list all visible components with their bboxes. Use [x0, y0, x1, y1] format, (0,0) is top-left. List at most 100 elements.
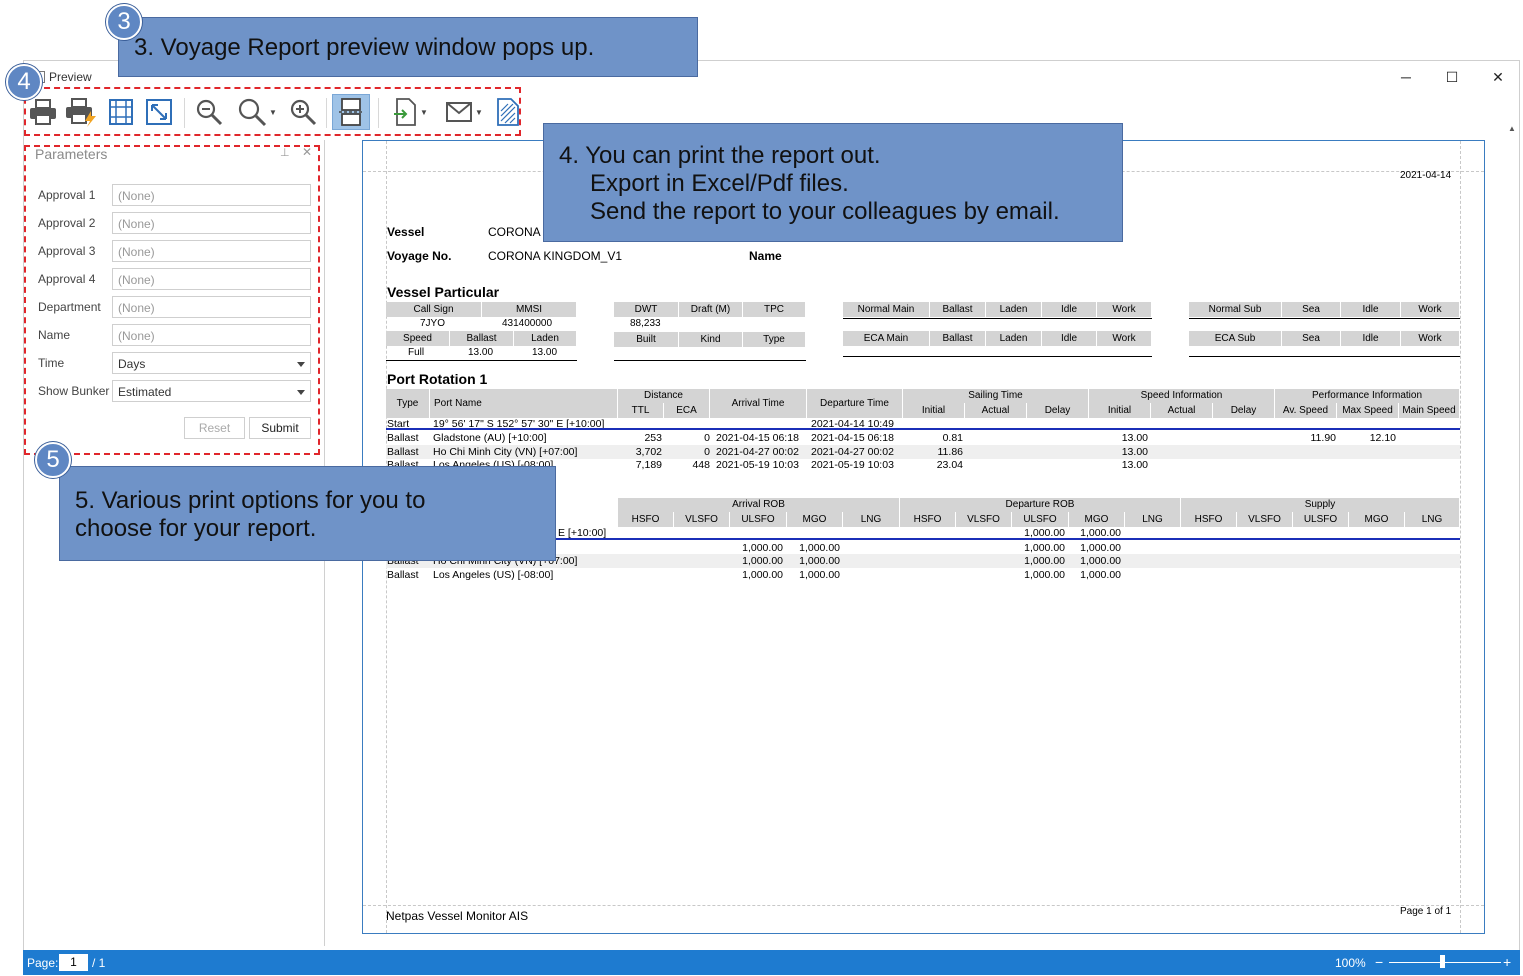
normal-main-header: Normal Main	[843, 302, 930, 317]
fuel-col-header: VLSFO	[956, 512, 1012, 527]
normal-sub-sea-header: Sea	[1282, 302, 1341, 317]
normal-main-laden-header: Laden	[986, 302, 1042, 317]
table-row: Ballast Ho Chi Minh City (VN) [+07:00] 3…	[386, 445, 1460, 459]
vessel-value: CORONA	[488, 225, 541, 239]
port-name-col-header: Port Name	[430, 389, 618, 418]
departure-rob-col-header: Departure ROB	[900, 498, 1181, 512]
table-underline	[386, 360, 577, 361]
margin-guide	[363, 905, 1484, 906]
name-header: Name	[749, 249, 782, 263]
eca-main-idle-header: Idle	[1042, 331, 1097, 346]
page-label: Page:	[27, 956, 59, 970]
call-sign-header: Call Sign	[386, 302, 482, 317]
table-row: Ballast Gladstone (AU) [+10:00] 253 0 20…	[387, 432, 1396, 444]
supply-col-header: Supply	[1181, 498, 1460, 512]
fuel-col-header: VLSFO	[1237, 512, 1293, 527]
speed-information-col-header: Speed Information	[1089, 389, 1275, 403]
fuel-col-header: ULSFO	[1012, 512, 1069, 527]
zoom-slider-minus-icon[interactable]: −	[1375, 954, 1383, 970]
toolbar-highlight	[24, 87, 521, 136]
normal-main-work-header: Work	[1097, 302, 1152, 317]
voyage-label: Voyage No.	[387, 249, 452, 263]
callout-5-badge: 5	[35, 442, 71, 478]
normal-sub-header: Normal Sub	[1189, 302, 1282, 317]
callout-4-badge: 4	[6, 64, 42, 100]
sailing-actual-col-header: Actual	[965, 403, 1027, 418]
fuel-col-header: HSFO	[618, 512, 674, 527]
dwt-value: 88,233	[630, 318, 661, 329]
speed-actual-col-header: Actual	[1151, 403, 1213, 418]
report-footer-page: Page 1 of 1	[1400, 906, 1452, 917]
zoom-level: 100%	[1335, 956, 1366, 970]
ballast-speed-value: 13.00	[468, 347, 494, 358]
callout-4: 4. You can print the report out. Export …	[543, 123, 1123, 242]
arrival-time-col-header: Arrival Time	[710, 389, 807, 418]
normal-main-idle-header: Idle	[1042, 302, 1097, 317]
performance-information-col-header: Performance Information	[1275, 389, 1460, 403]
sailing-initial-col-header: Initial	[903, 403, 965, 418]
eca-main-ballast-header: Ballast	[930, 331, 986, 346]
sailing-delay-col-header: Delay	[1027, 403, 1089, 418]
normal-main-ballast-header: Ballast	[930, 302, 986, 317]
report-date: 2021-04-14	[1400, 170, 1452, 181]
margin-guide	[1460, 141, 1461, 933]
maximize-button[interactable]: ☐	[1440, 68, 1464, 86]
fuel-col-header: ULSFO	[730, 512, 787, 527]
status-bar: Page: 1 / 1 100% − +	[23, 950, 1520, 975]
fuel-col-header: MGO	[1349, 512, 1405, 527]
fuel-col-header: HSFO	[1181, 512, 1237, 527]
fuel-col-header: MGO	[1069, 512, 1125, 527]
main-speed-col-header: Main Speed	[1399, 403, 1460, 418]
laden-speed-value: 13.00	[532, 347, 558, 358]
fuel-col-header: LNG	[1125, 512, 1181, 527]
sailing-time-col-header: Sailing Time	[903, 389, 1089, 403]
dwt-header: DWT	[614, 302, 679, 317]
parameters-highlight	[24, 145, 320, 455]
fuel-col-header: LNG	[1405, 512, 1460, 527]
zoom-slider-track[interactable]	[1389, 962, 1501, 963]
departure-time-col-header: Departure Time	[807, 389, 903, 418]
zoom-slider-plus-icon[interactable]: +	[1503, 954, 1511, 970]
table-underline	[1189, 356, 1460, 357]
eca-main-laden-header: Laden	[986, 331, 1042, 346]
mmsi-header: MMSI	[482, 302, 577, 317]
normal-sub-idle-header: Idle	[1341, 302, 1401, 317]
arrival-rob-col-header: Arrival ROB	[618, 498, 900, 512]
eca-sub-idle-header: Idle	[1341, 331, 1401, 346]
page-total: / 1	[92, 956, 106, 970]
built-header: Built	[614, 332, 679, 347]
window-title: Preview	[49, 70, 92, 84]
ballast-header: Ballast	[450, 331, 514, 346]
call-sign-value: 7JYO	[420, 318, 446, 329]
page-number-input[interactable]: 1	[59, 954, 88, 971]
row-divider	[386, 428, 1460, 430]
table-underline	[843, 318, 1152, 319]
eca-col-header: ECA	[664, 403, 710, 418]
speed-header: Speed	[386, 331, 450, 346]
kind-header: Kind	[679, 332, 743, 347]
eca-main-work-header: Work	[1097, 331, 1152, 346]
callout-4-line3: Send the report to your colleagues by em…	[590, 198, 1060, 225]
close-button[interactable]: ✕	[1486, 68, 1510, 86]
minimize-button[interactable]: ─	[1394, 68, 1418, 86]
table-underline	[614, 360, 806, 361]
vessel-label: Vessel	[387, 225, 425, 239]
vessel-particular-title: Vessel Particular	[387, 284, 500, 300]
speed-initial-col-header: Initial	[1089, 403, 1151, 418]
av-speed-col-header: Av. Speed	[1275, 403, 1337, 418]
scroll-up-icon[interactable]: ▲	[1508, 124, 1516, 133]
port-rotation-title: Port Rotation 1	[387, 371, 488, 387]
zoom-slider-thumb[interactable]	[1440, 955, 1445, 968]
tpc-header: TPC	[743, 302, 806, 317]
type-col-header: Type	[386, 389, 430, 418]
max-speed-col-header: Max Speed	[1337, 403, 1399, 418]
eca-main-header: ECA Main	[843, 331, 930, 346]
speed-value: Full	[408, 347, 425, 358]
laden-header: Laden	[514, 331, 577, 346]
fuel-col-header: VLSFO	[674, 512, 730, 527]
ttl-col-header: TTL	[618, 403, 664, 418]
callout-3-badge: 3	[106, 4, 142, 40]
fuel-col-header: LNG	[843, 512, 900, 527]
callout-3: 3. Voyage Report preview window pops up.	[118, 17, 698, 77]
distance-col-header: Distance	[618, 389, 710, 403]
